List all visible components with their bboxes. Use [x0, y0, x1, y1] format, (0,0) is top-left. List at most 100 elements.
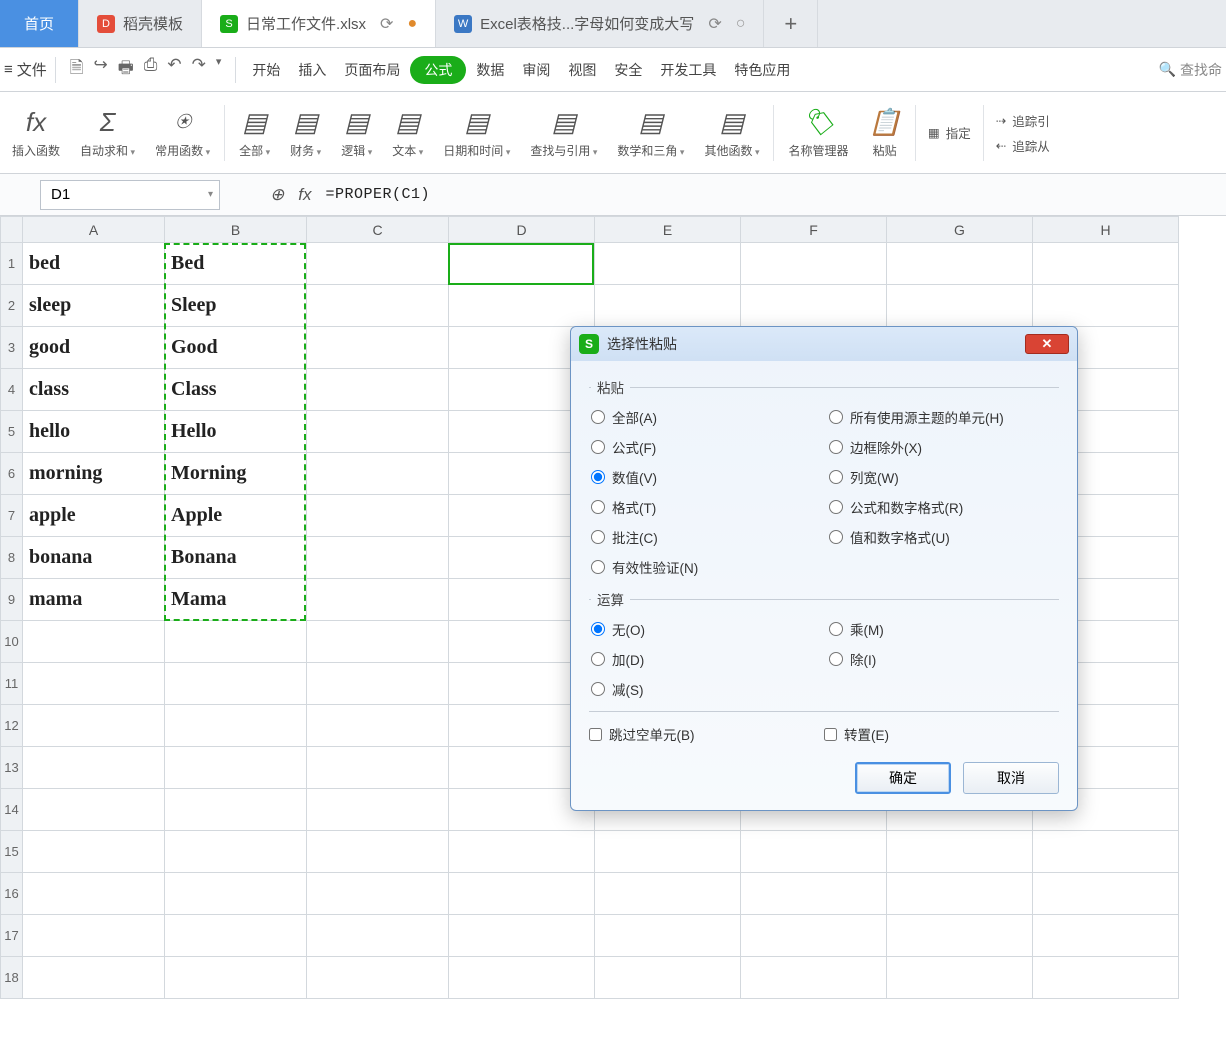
- row-header[interactable]: 8: [1, 537, 23, 579]
- op-mul[interactable]: 乘(M): [829, 619, 1057, 639]
- share-icon[interactable]: ↪: [93, 55, 107, 84]
- fx-icon[interactable]: fx: [298, 185, 311, 205]
- cell[interactable]: [595, 873, 741, 915]
- dialog-titlebar[interactable]: S 选择性粘贴 ✕: [571, 327, 1077, 361]
- cell[interactable]: [307, 369, 449, 411]
- op-add[interactable]: 加(D): [591, 649, 819, 669]
- cell[interactable]: [595, 243, 741, 285]
- ribbon-finance[interactable]: ▤财务: [280, 92, 331, 173]
- cell[interactable]: [741, 915, 887, 957]
- ribbon-trace-dep[interactable]: ⇠追踪从: [996, 136, 1050, 155]
- cell[interactable]: [449, 831, 595, 873]
- cell[interactable]: [307, 579, 449, 621]
- cell[interactable]: [1033, 243, 1179, 285]
- cell[interactable]: [165, 705, 307, 747]
- row-header[interactable]: 5: [1, 411, 23, 453]
- menu-pagelayout[interactable]: 页面布局: [336, 54, 408, 86]
- cell[interactable]: [595, 285, 741, 327]
- tab-refresh-icon[interactable]: ⟳: [380, 14, 393, 34]
- ribbon-all[interactable]: ▤全部: [229, 92, 280, 173]
- cell[interactable]: [595, 831, 741, 873]
- cell[interactable]: [307, 621, 449, 663]
- cell[interactable]: Hello: [165, 411, 307, 453]
- cell[interactable]: [307, 285, 449, 327]
- row-header[interactable]: 1: [1, 243, 23, 285]
- cell[interactable]: [741, 243, 887, 285]
- opt-values[interactable]: 数值(V): [591, 467, 819, 487]
- cell[interactable]: [307, 243, 449, 285]
- cell[interactable]: [1033, 915, 1179, 957]
- cell[interactable]: sleep: [23, 285, 165, 327]
- ribbon-logic[interactable]: ▤逻辑: [331, 92, 382, 173]
- cell[interactable]: [887, 285, 1033, 327]
- row-header[interactable]: 12: [1, 705, 23, 747]
- cell[interactable]: [307, 873, 449, 915]
- menu-special[interactable]: 特色应用: [726, 54, 798, 86]
- cell[interactable]: [165, 747, 307, 789]
- formula-input[interactable]: =PROPER(C1): [325, 186, 430, 203]
- cell[interactable]: [307, 915, 449, 957]
- cancel-button[interactable]: 取消: [963, 762, 1059, 794]
- ok-button[interactable]: 确定: [855, 762, 951, 794]
- redo-icon[interactable]: ↷: [192, 55, 206, 84]
- undo-icon[interactable]: ↶: [167, 55, 181, 84]
- cell[interactable]: [887, 831, 1033, 873]
- row-header[interactable]: 14: [1, 789, 23, 831]
- menu-file[interactable]: ≡文件: [4, 59, 47, 80]
- cell[interactable]: [307, 411, 449, 453]
- col-header[interactable]: G: [887, 217, 1033, 243]
- tab-template[interactable]: D 稻壳模板: [79, 0, 202, 47]
- cell[interactable]: [165, 663, 307, 705]
- cell[interactable]: [165, 873, 307, 915]
- cell[interactable]: [887, 957, 1033, 999]
- menu-devtools[interactable]: 开发工具: [652, 54, 724, 86]
- col-header[interactable]: B: [165, 217, 307, 243]
- tab-home[interactable]: 首页: [0, 0, 79, 47]
- row-header[interactable]: 18: [1, 957, 23, 999]
- ribbon-trace-prec[interactable]: ⇢追踪引: [996, 111, 1050, 130]
- op-sub[interactable]: 减(S): [591, 679, 819, 699]
- row-header[interactable]: 15: [1, 831, 23, 873]
- cell[interactable]: [307, 789, 449, 831]
- cell[interactable]: [165, 831, 307, 873]
- cell[interactable]: [307, 453, 449, 495]
- qat-dd-icon[interactable]: ▾: [216, 55, 222, 84]
- tab-help[interactable]: W Excel表格技...字母如何变成大写 ⟳ ○: [436, 0, 764, 47]
- ribbon-autosum[interactable]: Σ自动求和: [70, 92, 145, 173]
- select-all[interactable]: [1, 217, 23, 243]
- row-header[interactable]: 13: [1, 747, 23, 789]
- cell[interactable]: [23, 621, 165, 663]
- cell[interactable]: [449, 243, 595, 285]
- cell[interactable]: [307, 957, 449, 999]
- cell[interactable]: [1033, 831, 1179, 873]
- cell[interactable]: Sleep: [165, 285, 307, 327]
- opt-validation[interactable]: 有效性验证(N): [591, 557, 819, 577]
- cell[interactable]: [887, 915, 1033, 957]
- ribbon-common-fx[interactable]: ⍟常用函数: [145, 92, 220, 173]
- tab-current-file[interactable]: S 日常工作文件.xlsx ⟳ ●: [202, 0, 436, 47]
- cell[interactable]: [741, 285, 887, 327]
- ribbon-other[interactable]: ▤其他函数: [694, 92, 769, 173]
- cell[interactable]: Good: [165, 327, 307, 369]
- tab-refresh-icon[interactable]: ⟳: [708, 14, 721, 34]
- cell[interactable]: [1033, 285, 1179, 327]
- opt-format[interactable]: 格式(T): [591, 497, 819, 517]
- opt-noborder[interactable]: 边框除外(X): [829, 437, 1057, 457]
- cell[interactable]: [23, 705, 165, 747]
- cell[interactable]: good: [23, 327, 165, 369]
- cell[interactable]: hello: [23, 411, 165, 453]
- cell[interactable]: [741, 831, 887, 873]
- cell[interactable]: [307, 705, 449, 747]
- cell[interactable]: [1033, 957, 1179, 999]
- row-header[interactable]: 2: [1, 285, 23, 327]
- ribbon-text[interactable]: ▤文本: [382, 92, 433, 173]
- opt-theme[interactable]: 所有使用源主题的单元(H): [829, 407, 1057, 427]
- chevron-down-icon[interactable]: ▾: [208, 189, 213, 200]
- cell[interactable]: bonana: [23, 537, 165, 579]
- cell[interactable]: bed: [23, 243, 165, 285]
- ribbon-lookup[interactable]: ▤查找与引用: [520, 92, 607, 173]
- menu-data[interactable]: 数据: [468, 54, 512, 86]
- cell[interactable]: [595, 915, 741, 957]
- cell[interactable]: class: [23, 369, 165, 411]
- close-button[interactable]: ✕: [1025, 334, 1069, 354]
